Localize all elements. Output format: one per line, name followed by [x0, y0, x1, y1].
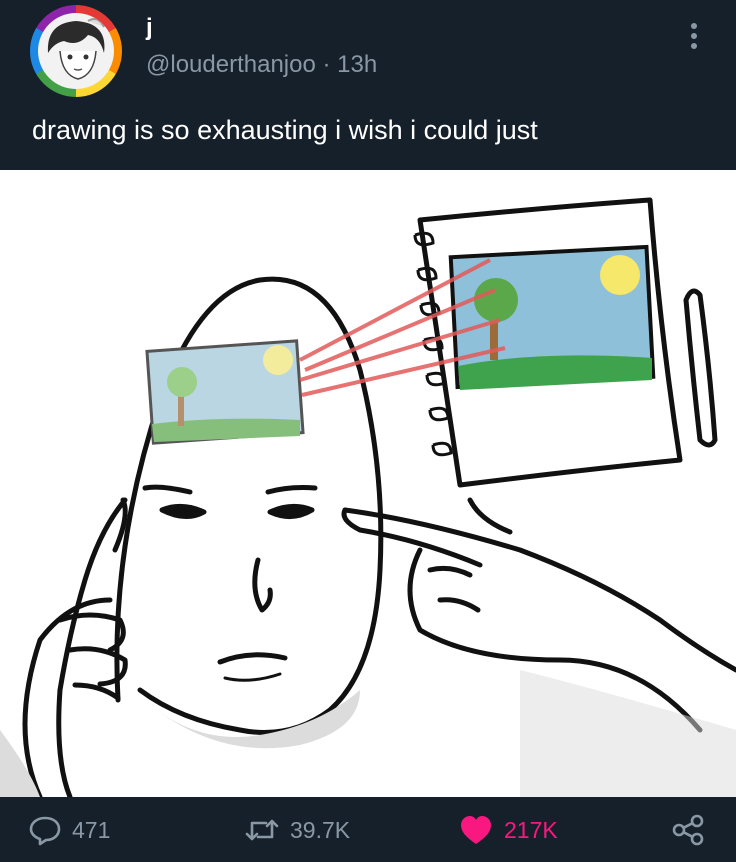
- more-icon: [691, 23, 697, 49]
- more-options-button[interactable]: [680, 16, 708, 56]
- like-button[interactable]: 217K: [458, 813, 558, 847]
- handle-line: @louderthanjoo · 13h: [146, 50, 377, 80]
- heart-icon: [461, 816, 491, 844]
- tweet-header: j @louderthanjoo · 13h drawing is so exh…: [0, 0, 736, 170]
- like-count: 217K: [504, 816, 558, 843]
- tweet-media[interactable]: [0, 170, 736, 800]
- separator: ·: [315, 51, 338, 78]
- tweet-text: drawing is so exhausting i wish i could …: [32, 115, 538, 145]
- share-icon: [672, 814, 704, 846]
- reply-count: 471: [72, 816, 111, 843]
- reply-icon: [29, 816, 61, 846]
- retweet-icon: [245, 819, 279, 841]
- reply-button[interactable]: 471: [28, 813, 110, 847]
- retweet-button[interactable]: 39.7K: [244, 813, 350, 847]
- avatar[interactable]: [30, 5, 122, 97]
- display-name[interactable]: j: [146, 14, 153, 42]
- timestamp[interactable]: 13h: [337, 51, 377, 78]
- meme-drawing-image: [0, 197, 736, 800]
- handle[interactable]: @louderthanjoo: [146, 51, 316, 78]
- avatar-image: [38, 13, 114, 89]
- share-button[interactable]: [670, 813, 706, 847]
- retweet-count: 39.7K: [290, 816, 351, 843]
- tweet-actions: 471 39.7K 217K: [0, 797, 736, 862]
